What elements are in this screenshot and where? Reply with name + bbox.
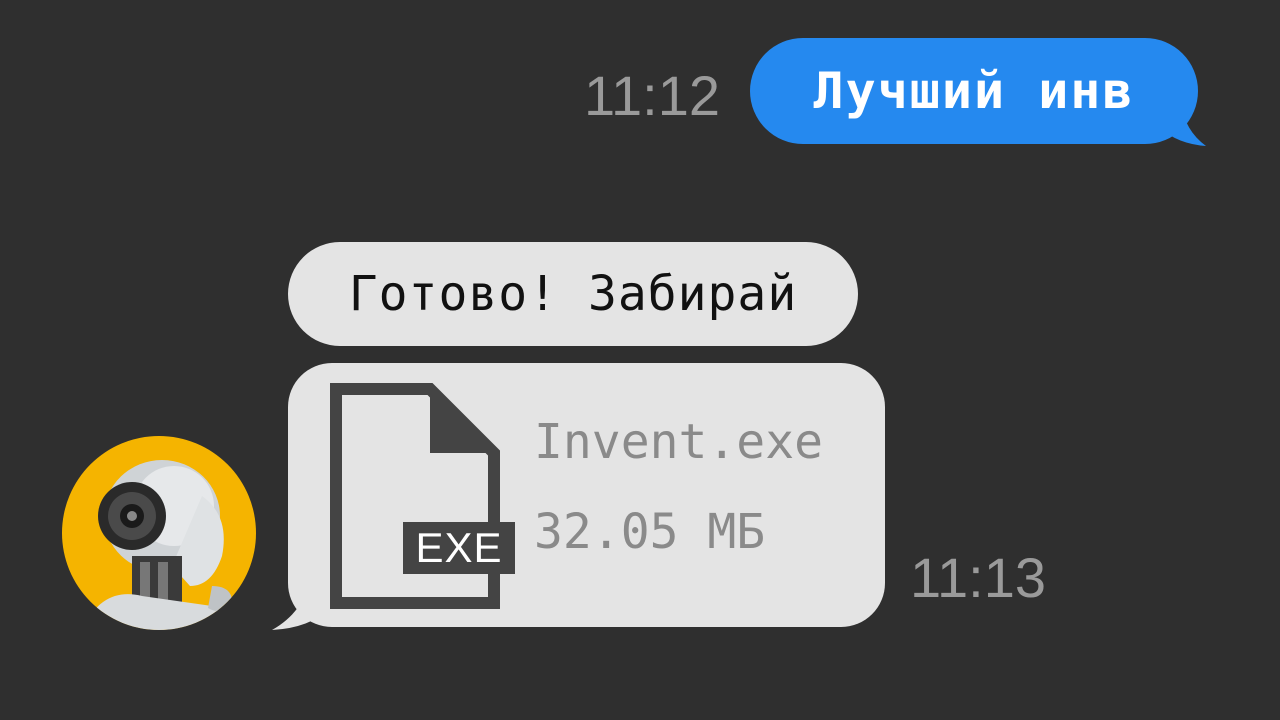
avatar[interactable]: [62, 436, 256, 630]
incoming-timestamp: 11:13: [910, 546, 1046, 609]
incoming-message-text: Готово! Забирай: [348, 266, 798, 322]
file-extension-badge: EXE: [403, 522, 515, 574]
outgoing-timestamp: 11:12: [584, 64, 720, 127]
outgoing-message-bubble[interactable]: Лучший инв: [750, 38, 1198, 144]
outgoing-message-text: Лучший инв: [813, 62, 1135, 120]
file-exe-icon[interactable]: [330, 383, 520, 609]
robot-avatar-icon: [82, 460, 238, 630]
file-extension-label: EXE: [415, 524, 503, 571]
incoming-message-bubble[interactable]: Готово! Забирай: [288, 242, 858, 346]
file-name[interactable]: Invent.exe: [534, 410, 823, 474]
file-size: 32.05 МБ: [534, 504, 766, 560]
